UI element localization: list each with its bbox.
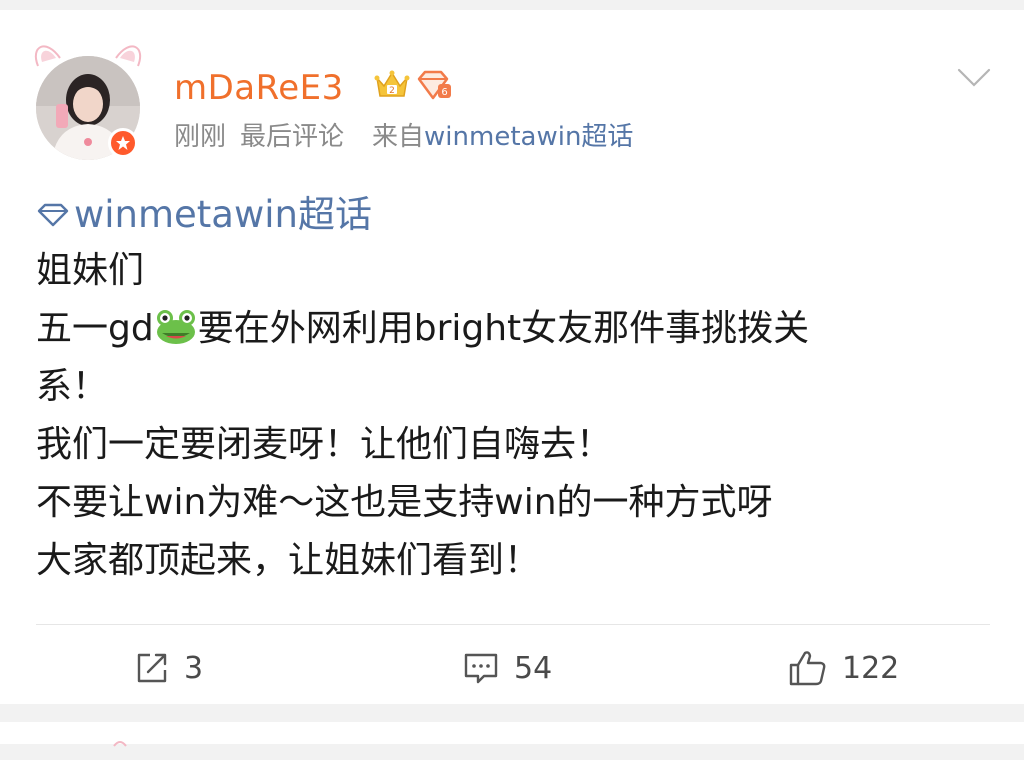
repost-button[interactable]: 3 <box>134 646 203 690</box>
post-time: 刚刚 <box>174 122 227 152</box>
svg-text:6: 6 <box>441 87 447 98</box>
post-line-2a: 五一gd <box>36 308 154 349</box>
divider <box>36 624 990 625</box>
comment-icon <box>464 653 498 684</box>
post-line-2b: 要在外网利用bright女友那件事挑拨关 <box>197 308 810 349</box>
avatar-container[interactable] <box>28 36 148 166</box>
crown-rank-icon[interactable]: 2 <box>374 68 410 102</box>
post-status: 最后评论 <box>240 122 345 152</box>
post-meta: 刚刚 最后评论 来自winmetawin超话 <box>174 120 633 154</box>
username[interactable]: mDaReE3 <box>174 68 344 108</box>
post-line-4: 我们一定要闭麦呀！让他们自嗨去！ <box>36 424 613 465</box>
post-line-5: 不要让win为难～这也是支持win的一种方式呀 <box>36 482 773 523</box>
source-prefix: 来自 <box>372 122 425 152</box>
post-line-2: 五一gd 要在外网利用bright女友那件事挑拨关 <box>36 300 996 358</box>
diamond-topic-icon <box>37 203 69 227</box>
post-content: winmetawin超话 姐妹们 五一gd 要在外网利用bright女友那件事挑… <box>36 188 996 590</box>
topic-link[interactable]: winmetawin超话 <box>36 188 996 242</box>
repost-icon <box>137 653 167 683</box>
next-bunny-ears-decoration <box>113 741 127 747</box>
next-post-card[interactable] <box>0 722 1024 747</box>
svg-text:2: 2 <box>389 86 395 96</box>
repost-count: 3 <box>184 650 204 686</box>
post-line-1: 姐妹们 <box>36 250 145 291</box>
like-count: 122 <box>842 650 900 686</box>
comment-count: 54 <box>514 650 553 686</box>
post-line-6: 大家都顶起来，让姐妹们看到！ <box>36 540 541 581</box>
verified-badge-icon <box>108 128 138 158</box>
source-link[interactable]: winmetawin超话 <box>424 122 633 152</box>
comment-button[interactable]: 54 <box>462 646 552 690</box>
post-card: mDaReE3 2 6 刚刚 最后评论 来自winmetawin超话 winmeta… <box>0 10 1024 704</box>
chevron-down-icon[interactable] <box>956 66 992 90</box>
frog-emoji-icon <box>156 310 195 344</box>
topic-label: winmetawin超话 <box>74 193 372 236</box>
diamond-level-icon[interactable]: 6 <box>414 68 452 102</box>
like-button[interactable]: 122 <box>788 646 899 690</box>
thumbs-up-icon <box>789 651 826 686</box>
post-line-3: 系！ <box>36 366 109 407</box>
